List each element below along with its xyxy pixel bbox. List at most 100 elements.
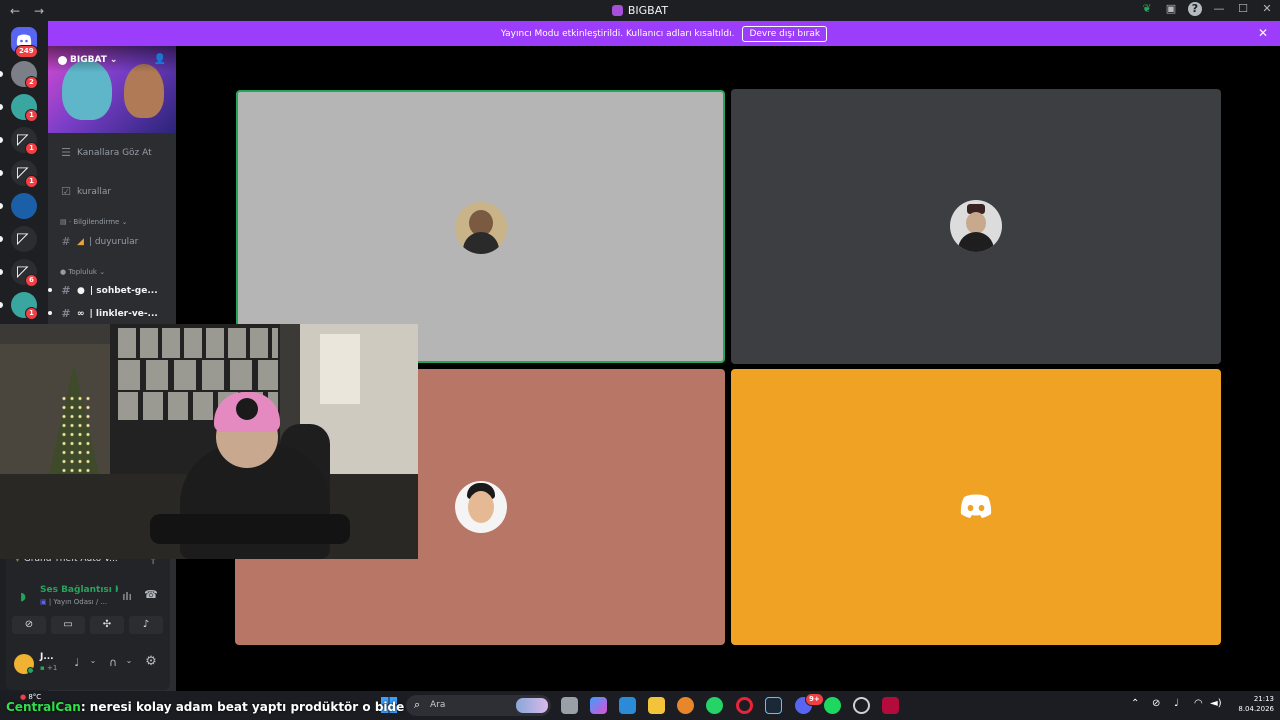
invite-people-icon[interactable]: 👤 [154, 54, 166, 65]
help-icon[interactable]: ? [1188, 2, 1202, 16]
close-button[interactable]: ✕ [1260, 2, 1274, 16]
channel-chat[interactable]: # ● | sohbet-ge... [60, 284, 174, 297]
unread-badge: 1 [25, 175, 38, 188]
category-label: Bilgilendirme [73, 218, 120, 226]
user-name[interactable]: J... [40, 652, 54, 662]
server-icon-6[interactable]: ◸ [0, 226, 37, 252]
tray-overflow-icon[interactable]: ⌃ [1131, 698, 1139, 709]
adobe-icon[interactable] [882, 697, 899, 714]
opera-icon[interactable] [736, 697, 753, 714]
window-title: BIGBAT [0, 4, 1280, 17]
close-banner-icon[interactable]: ✕ [1258, 26, 1268, 40]
unread-indicator [48, 288, 52, 292]
server-icon-4[interactable]: ◸ 1 [0, 160, 38, 188]
channel-announcements[interactable]: # ◢ | duyurular [60, 235, 174, 248]
title-bar: ← → BIGBAT ❦ ▣ ? — ☐ ✕ [0, 0, 1280, 21]
hashtag-icon: # [61, 307, 71, 320]
browse-icon: ☰ [61, 146, 71, 159]
fl-studio-icon[interactable] [677, 697, 694, 714]
server-icon-2[interactable]: 1 [0, 94, 38, 122]
chevron-down-icon[interactable]: ⌄ [86, 656, 100, 665]
channel-label: kurallar [77, 186, 112, 197]
steam-icon[interactable] [765, 697, 782, 714]
search-highlight-icon [516, 698, 548, 713]
user-subtitle-text: +1 [46, 664, 58, 672]
signal-icon: ◗ [20, 590, 26, 603]
inbox-icon[interactable]: ▣ [1164, 2, 1178, 16]
leaf-icon[interactable]: ❦ [1140, 2, 1154, 16]
channel-label: | duyurular [88, 236, 139, 247]
minimize-button[interactable]: — [1212, 2, 1226, 16]
network-off-icon[interactable]: ⊘ [1152, 698, 1160, 709]
clock-time: 21:13 [1253, 695, 1274, 703]
stream-chat-overlay: CentralCan: neresi kolay adam beat yaptı… [6, 700, 404, 714]
clock-date: 8.04.2026 [1238, 705, 1274, 713]
channel-links[interactable]: # ∞ | linkler-ve-... [60, 307, 174, 320]
spotify-icon[interactable] [824, 697, 841, 714]
megaphone-icon: ◢ [77, 236, 84, 247]
clock[interactable]: 21:13 8.04.2026 [1230, 694, 1274, 714]
window-title-text: BIGBAT [627, 4, 669, 17]
search-box[interactable]: ⌕ Ara [406, 695, 551, 716]
app-icon[interactable] [853, 697, 870, 714]
camera-button[interactable]: ⊘ [12, 616, 46, 634]
maximize-button[interactable]: ☐ [1236, 2, 1250, 16]
chat-message: : neresi kolay adam beat yaptı prodüktör… [80, 700, 405, 714]
video-tile-user-2[interactable] [731, 89, 1221, 364]
screen-share-button[interactable]: ▭ [51, 616, 85, 634]
unread-pill [0, 137, 3, 143]
headphones-icon[interactable]: ∩ [106, 656, 120, 669]
browse-channels[interactable]: ☰ Kanallara Göz At [60, 146, 174, 159]
microphone-icon[interactable]: ♩ [70, 656, 84, 669]
unread-pill [0, 104, 3, 110]
file-explorer-icon[interactable] [648, 697, 665, 714]
noise-suppression-icon[interactable]: ıIı [120, 590, 134, 603]
server-banner[interactable]: BIGBAT ⌄ 👤 [48, 46, 176, 133]
server-icon-1[interactable]: 2 [0, 61, 38, 89]
chat-username: CentralCan [6, 700, 81, 714]
unread-badge: 2 [25, 76, 38, 89]
activities-button[interactable]: ✣ [90, 616, 124, 634]
voice-status[interactable]: Ses Bağlantısı K [40, 585, 118, 595]
unread-badge: 6 [25, 274, 38, 287]
speech-bubble-icon: ● [77, 285, 85, 296]
disable-streamer-mode-button[interactable]: Devre dışı bırak [742, 25, 828, 42]
voice-channel-label: | Yayın Odası / ... [48, 598, 108, 606]
browse-channels-label: Kanallara Göz At [77, 147, 152, 158]
unread-badge: 1 [25, 109, 38, 122]
store-icon[interactable] [619, 697, 636, 714]
avatar[interactable] [14, 654, 34, 674]
voice-channel[interactable]: ▣ | Yayın Odası / ... [40, 598, 107, 606]
screen-icon: ▣ [40, 598, 47, 606]
task-view-icon[interactable] [561, 697, 578, 714]
wifi-icon[interactable]: ◠ [1194, 698, 1203, 709]
banner-art [124, 64, 164, 118]
server-icon-5[interactable] [0, 193, 37, 219]
disconnect-icon[interactable]: ☎ [144, 588, 158, 601]
server-icon-3[interactable]: ◸ 1 [0, 127, 38, 155]
chevron-down-icon: ⌄ [109, 55, 118, 65]
server-name[interactable]: BIGBAT ⌄ [58, 55, 117, 65]
category-community[interactable]: ● Topluluk ⌄ [60, 268, 105, 276]
copilot-icon[interactable] [590, 697, 607, 714]
video-tile-user-1[interactable] [236, 90, 725, 363]
server-icon-7[interactable]: ◸ 6 [0, 259, 38, 287]
settings-gear-icon[interactable]: ⚙ [144, 654, 158, 669]
unread-pill [0, 302, 3, 308]
unread-pill [0, 203, 3, 209]
volume-icon[interactable]: ◄) [1210, 698, 1222, 709]
server-icon [611, 5, 623, 16]
whatsapp-icon[interactable] [706, 697, 723, 714]
unread-pill [0, 71, 3, 77]
chevron-down-icon[interactable]: ⌄ [122, 656, 136, 665]
category-info[interactable]: ▤ · Bilgilendirme ⌄ [60, 218, 127, 226]
unread-pill [0, 236, 3, 242]
video-tile-user-4[interactable] [731, 369, 1221, 645]
soundboard-button[interactable]: ♪ [129, 616, 163, 634]
channel-rules[interactable]: ☑ kurallar [60, 185, 174, 198]
server-icon-8[interactable]: 1 [0, 292, 38, 320]
unread-badge: 1 [25, 142, 38, 155]
home-button[interactable]: 249 [11, 27, 38, 58]
microphone-tray-icon[interactable]: ♩ [1174, 698, 1179, 709]
game-icon: ▪ [40, 664, 45, 672]
